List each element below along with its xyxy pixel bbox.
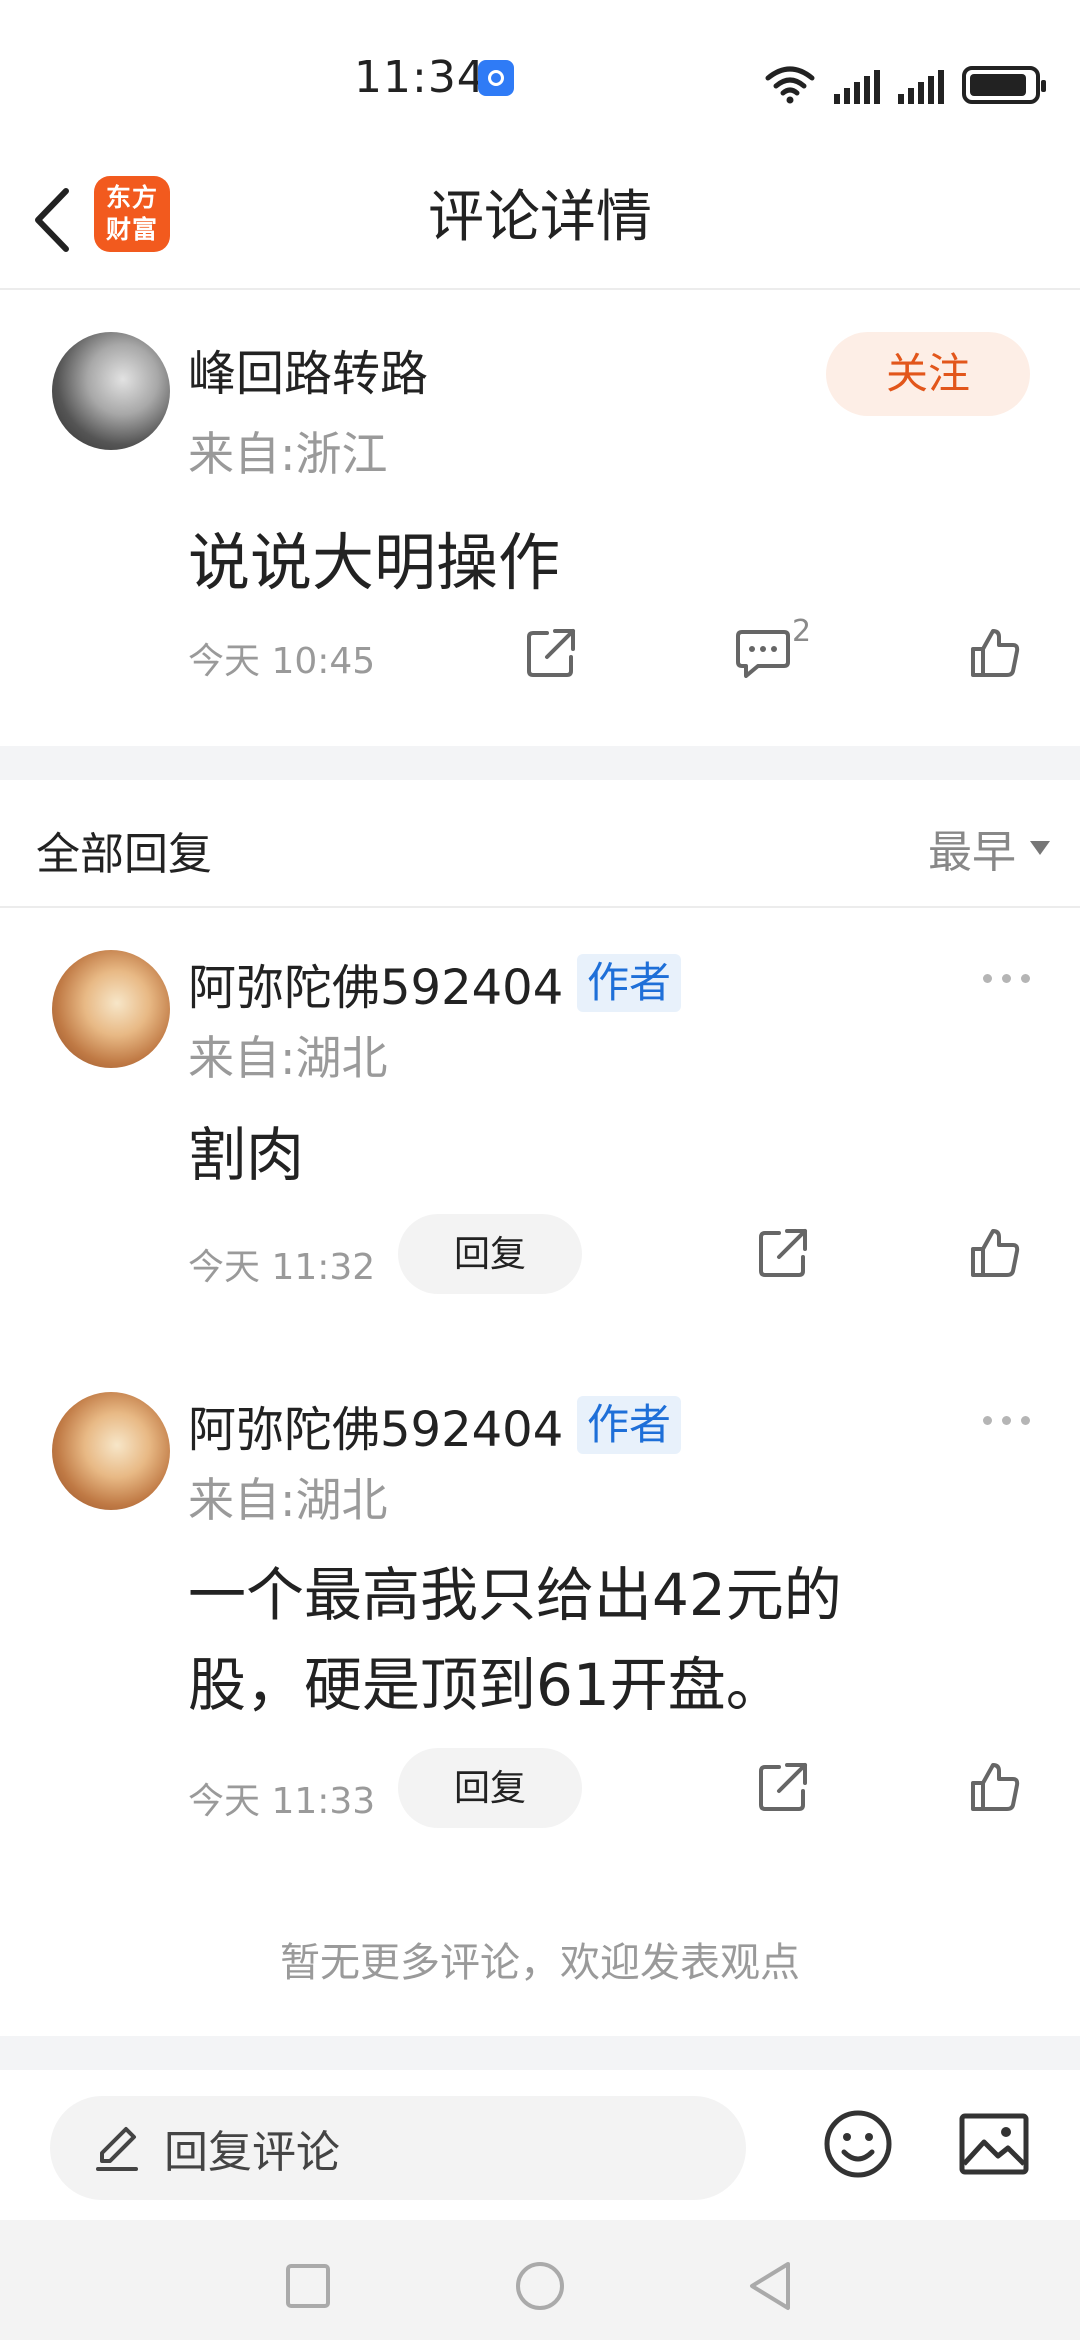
- replies-header: 全部回复 最早: [0, 780, 1080, 908]
- status-time: 11:34: [354, 52, 486, 103]
- share-icon: [759, 1763, 807, 1811]
- system-nav-bar: [0, 2220, 1080, 2340]
- share-button[interactable]: [748, 1218, 818, 1288]
- signal-icon: [898, 64, 944, 104]
- like-button[interactable]: [960, 618, 1030, 688]
- author-badge: 作者: [577, 954, 682, 1012]
- status-bar: 11:34: [0, 0, 1080, 150]
- recents-button[interactable]: [278, 2256, 338, 2316]
- reply-button[interactable]: 回复: [398, 1748, 582, 1828]
- replies-title: 全部回复: [36, 829, 212, 880]
- sort-dropdown[interactable]: 最早: [928, 816, 1050, 880]
- image-button[interactable]: [958, 2110, 1030, 2178]
- reply-input-placeholder: 回复评论: [164, 2127, 340, 2178]
- reply-location: 来自:湖北: [188, 1473, 388, 1527]
- triangle-back-icon: [750, 2262, 790, 2310]
- like-icon: [971, 1229, 1020, 1277]
- edit-icon: [96, 2127, 138, 2171]
- wifi-icon: [765, 66, 815, 104]
- circle-icon: [516, 2262, 564, 2310]
- back-nav-button[interactable]: [740, 2256, 800, 2316]
- status-indicators: [764, 54, 1046, 104]
- reply-username[interactable]: 阿弥陀佛592404: [188, 1390, 563, 1460]
- square-icon: [286, 2264, 330, 2308]
- avatar[interactable]: [52, 1392, 170, 1510]
- like-button[interactable]: [960, 1752, 1030, 1822]
- app-notification-icon: [478, 60, 514, 96]
- reply-time: 今天 11:33: [188, 1781, 376, 1822]
- no-more-comments: 暂无更多评论，欢迎发表观点: [280, 1940, 800, 1986]
- share-button[interactable]: [516, 618, 586, 688]
- more-icon: [983, 974, 992, 983]
- reply-input[interactable]: 回复评论: [50, 2096, 746, 2200]
- more-button[interactable]: [983, 974, 1030, 983]
- post-location: 来自:浙江: [188, 427, 388, 481]
- avatar[interactable]: [52, 332, 170, 450]
- avatar[interactable]: [52, 950, 170, 1068]
- share-icon: [759, 1229, 807, 1277]
- header: 东方 财富 评论详情: [0, 150, 1080, 290]
- reply-username[interactable]: 阿弥陀佛592404: [188, 948, 563, 1018]
- like-button[interactable]: [960, 1218, 1030, 1288]
- page-title: 评论详情: [428, 185, 652, 250]
- sort-label: 最早: [928, 827, 1016, 878]
- section-divider: [0, 746, 1080, 780]
- more-button[interactable]: [983, 1416, 1030, 1425]
- like-icon: [971, 1763, 1020, 1811]
- comment-icon: [736, 630, 790, 678]
- reply-item: 阿弥陀佛592404 作者 来自:湖北 割肉 今天 11:32 回复: [0, 908, 1080, 1308]
- post-username[interactable]: 峰回路转路: [188, 334, 428, 404]
- section-divider: [0, 2036, 1080, 2070]
- reply-time: 今天 11:32: [188, 1247, 376, 1288]
- follow-button[interactable]: 关注: [826, 332, 1030, 416]
- emoji-icon: [824, 2110, 892, 2178]
- more-icon: [983, 1416, 992, 1425]
- post-time: 今天 10:45: [188, 641, 376, 682]
- reply-item: 阿弥陀佛592404 作者 来自:湖北 一个最高我只给出42元的 股，硬是顶到6…: [0, 1350, 1080, 1850]
- share-icon: [527, 629, 575, 677]
- comment-count: 2: [792, 614, 812, 649]
- original-post: 峰回路转路 来自:浙江 关注 说说大明操作 今天 10:45 2: [0, 292, 1080, 746]
- reply-content: 割肉: [188, 1121, 305, 1189]
- comment-button[interactable]: [728, 618, 798, 688]
- reply-button[interactable]: 回复: [398, 1214, 582, 1294]
- emoji-button[interactable]: [822, 2108, 894, 2180]
- signal-icon: [834, 64, 880, 104]
- post-content: 说说大明操作: [188, 526, 561, 599]
- reply-content: 一个最高我只给出42元的 股，硬是顶到61开盘。: [188, 1561, 842, 1719]
- caret-down-icon: [1030, 841, 1050, 855]
- share-button[interactable]: [748, 1752, 818, 1822]
- battery-icon: [962, 66, 1046, 104]
- like-icon: [971, 629, 1020, 677]
- image-icon: [959, 2113, 1029, 2175]
- bottom-bar: 回复评论: [0, 2070, 1080, 2220]
- author-badge: 作者: [577, 1396, 682, 1454]
- home-button[interactable]: [510, 2256, 570, 2316]
- reply-location: 来自:湖北: [188, 1031, 388, 1085]
